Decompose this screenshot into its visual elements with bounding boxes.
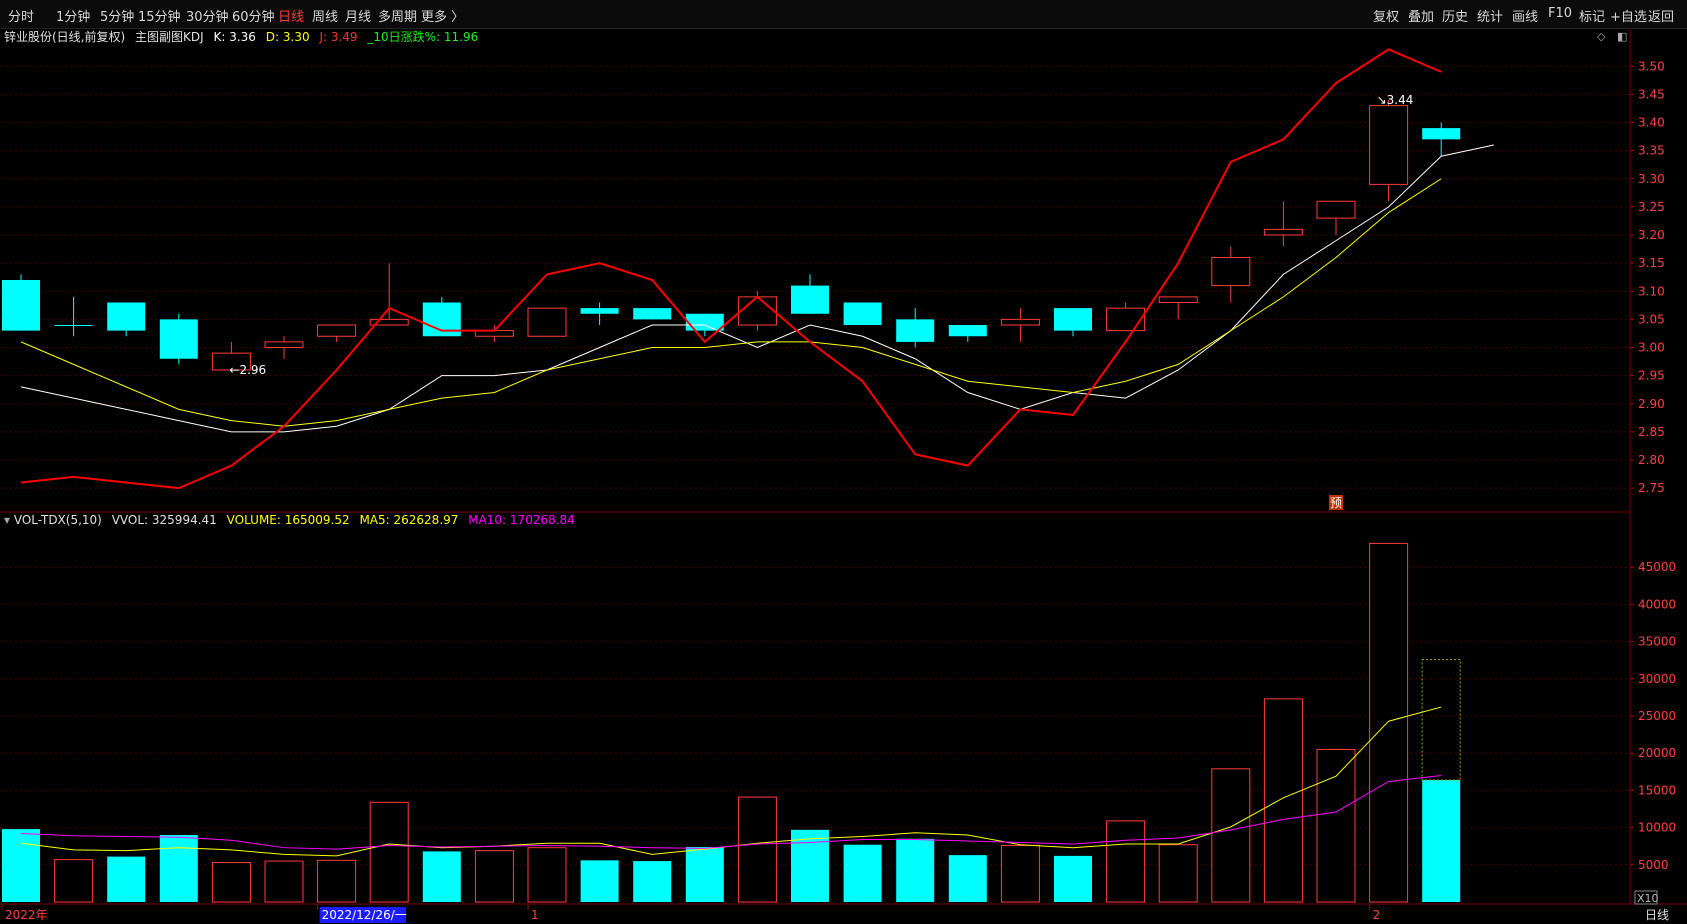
volume-bar-20	[1054, 855, 1092, 902]
volume-tick-label-2: 15000	[1638, 783, 1676, 797]
high-price-marker: ↘3.44	[1377, 93, 1414, 107]
price-tick-label-0: 2.75	[1638, 481, 1665, 495]
volume-bar-12	[633, 861, 672, 902]
price-tick-label-8: 3.15	[1638, 256, 1665, 270]
candle-body-11	[580, 308, 619, 314]
volume-bar-1	[54, 859, 94, 903]
volume-bar-23	[1211, 768, 1251, 903]
price-tick-label-5: 3.00	[1638, 341, 1665, 355]
candle-body-25	[1316, 200, 1356, 219]
volume-tick-label-3: 20000	[1638, 746, 1676, 760]
volume-bar-9	[474, 850, 514, 903]
volume-bar-22	[1158, 844, 1198, 903]
price-tick-label-4: 2.95	[1638, 369, 1665, 383]
pre-badge-text: 预	[1330, 496, 1342, 510]
volume-tick-label-8: 45000	[1638, 560, 1676, 574]
volume-tick-label-4: 25000	[1638, 709, 1676, 723]
candle-body-6	[317, 324, 357, 337]
candle-body-17	[896, 319, 935, 342]
price-tick-label-6: 3.05	[1638, 312, 1665, 326]
candle-body-18	[948, 325, 987, 337]
volume-bar-24	[1263, 698, 1303, 903]
volume-bar-4	[211, 862, 251, 903]
volume-bar-11	[580, 860, 619, 902]
candle-body-5	[264, 341, 304, 348]
price-tick-label-2: 2.85	[1638, 425, 1665, 439]
time-label-2: 1	[531, 908, 539, 922]
candle-body-24	[1263, 228, 1303, 236]
volume-tick-label-6: 35000	[1638, 635, 1676, 649]
volume-bar-3	[159, 835, 198, 902]
volume-bar-19	[1000, 844, 1040, 903]
volume-bar-27	[1422, 779, 1461, 902]
low-price-marker: ←2.96	[229, 363, 266, 377]
candle-body-27	[1422, 128, 1461, 140]
price-tick-label-14: 3.45	[1638, 87, 1665, 101]
volume-bar-0	[2, 829, 40, 902]
candle-body-15	[791, 285, 829, 314]
series-line-d	[20, 178, 1442, 427]
candle-body-3	[159, 319, 198, 359]
kline-chart[interactable]: 2.75 2.80 2.85 2.90 2.95 3.00 3.05 3.10 3.15 3.20…	[0, 0, 1687, 924]
volume-bar-14	[737, 796, 777, 903]
time-label-0: 2022年	[5, 908, 48, 922]
candle-body-13	[685, 313, 724, 331]
candle-body-16	[843, 302, 882, 325]
candle-body-19	[1000, 318, 1040, 326]
candle-body-12	[633, 308, 672, 320]
candle-body-2	[107, 302, 146, 331]
candle-body-26	[1369, 105, 1409, 185]
volume-bar-6	[317, 859, 357, 903]
scale-badge: X10	[1637, 892, 1659, 905]
candle-body-0	[2, 280, 40, 331]
price-tick-label-12: 3.35	[1638, 144, 1665, 158]
volume-bar-8	[422, 851, 461, 902]
series-line-k	[20, 144, 1494, 433]
volume-bar-26	[1369, 542, 1409, 903]
volume-estimate-bar	[1421, 658, 1461, 781]
volume-bar-7	[369, 801, 409, 903]
price-tick-label-15: 3.50	[1638, 59, 1665, 73]
volume-bar-10	[527, 847, 567, 903]
volume-bar-15	[791, 829, 829, 902]
volume-bar-16	[843, 844, 882, 902]
price-tick-label-7: 3.10	[1638, 284, 1665, 298]
period-label: 日线	[1645, 908, 1669, 922]
candle-body-20	[1054, 308, 1092, 331]
volume-bar-21	[1106, 820, 1146, 903]
candle-body-22	[1158, 296, 1198, 303]
candle-body-10	[527, 307, 567, 337]
price-tick-label-9: 3.20	[1638, 228, 1665, 242]
time-label-3: 2	[1373, 908, 1381, 922]
volume-bar-13	[685, 846, 724, 902]
price-tick-label-11: 3.30	[1638, 172, 1665, 186]
price-tick-label-1: 2.80	[1638, 453, 1665, 467]
candle-body-21	[1106, 307, 1146, 332]
volume-bar-17	[896, 838, 935, 902]
price-tick-label-10: 3.25	[1638, 200, 1665, 214]
volume-bar-25	[1316, 748, 1356, 903]
time-label-1: 2022/12/26/一	[322, 908, 407, 922]
volume-tick-label-1: 10000	[1638, 821, 1676, 835]
candle-body-14	[737, 296, 777, 326]
price-tick-label-13: 3.40	[1638, 116, 1665, 130]
volume-tick-label-7: 40000	[1638, 597, 1676, 611]
volume-bar-18	[948, 855, 987, 902]
volume-bar-5	[264, 860, 304, 903]
price-tick-label-3: 2.90	[1638, 397, 1665, 411]
volume-tick-label-0: 5000	[1638, 858, 1669, 872]
candle-body-1	[54, 325, 93, 326]
volume-tick-label-5: 30000	[1638, 672, 1676, 686]
candle-body-23	[1211, 257, 1251, 287]
volume-bar-2	[107, 856, 146, 902]
